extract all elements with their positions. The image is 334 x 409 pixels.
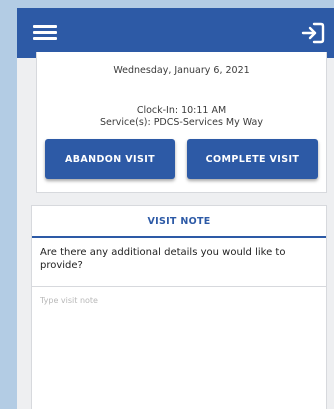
visit-note-question: Are there any additional details you wou…: [40, 247, 286, 271]
clock-in-time: Clock-In: 10:11 AM: [136, 105, 227, 116]
visit-note-card: VISIT NOTE Are there any additional deta…: [31, 205, 327, 409]
app-frame: Wednesday, January 6, 2021 Clock-In: 10:…: [17, 8, 334, 409]
visit-card: Wednesday, January 6, 2021 Clock-In: 10:…: [36, 52, 327, 193]
visit-date: Wednesday, January 6, 2021: [113, 65, 250, 76]
logout-button[interactable]: [300, 21, 326, 45]
abandon-visit-button[interactable]: ABANDON VISIT: [45, 139, 175, 179]
visit-note-input[interactable]: [32, 287, 326, 409]
app-header: [17, 8, 334, 58]
menu-button[interactable]: [31, 21, 59, 45]
sign-out-icon: [301, 22, 325, 44]
complete-visit-button[interactable]: COMPLETE VISIT: [187, 139, 318, 179]
visit-services: Service(s): PDCS-Services My Way: [100, 117, 263, 128]
visit-note-title: VISIT NOTE: [32, 206, 326, 238]
